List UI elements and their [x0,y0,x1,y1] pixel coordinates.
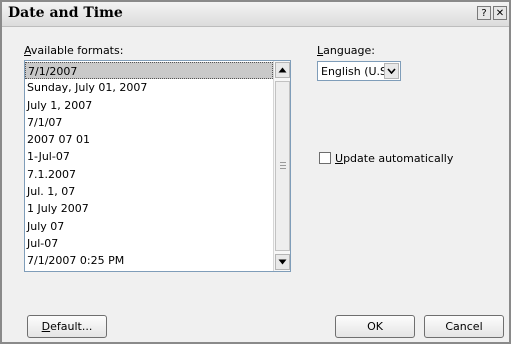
triangle-down-icon [278,259,287,265]
chevron-down-icon [387,68,396,74]
help-button[interactable]: ? [477,6,491,20]
update-automatically-checkbox[interactable] [319,152,331,164]
list-item-format[interactable]: July 1, 2007 [25,97,273,114]
scroll-down-button[interactable] [275,254,290,270]
list-item-format[interactable]: 7/1/2007 0:25 PM [25,252,273,269]
list-item-format[interactable]: 7/1/07 [25,114,273,131]
grip-line [280,162,286,163]
cancel-button[interactable]: Cancel [424,315,504,338]
close-button[interactable]: ✕ [493,6,507,20]
available-formats-list[interactable]: 7/1/2007 Sunday, July 01, 2007 July 1, 2… [24,60,291,272]
language-label: Language: [317,44,376,57]
list-item-format[interactable]: Jul-07 [25,235,273,252]
formats-scrollbar[interactable] [273,61,290,271]
list-item-format[interactable]: 2007 07 01 [25,131,273,148]
language-dropdown-button[interactable] [384,63,399,79]
grip-line [280,168,286,169]
title-bar: Date and Time ? ✕ [2,2,509,27]
dialog-title: Date and Time [8,5,123,21]
ok-button[interactable]: OK [335,315,415,338]
available-formats-label: Available formats: [24,44,124,57]
list-item-format[interactable]: 7.1.2007 [25,166,273,183]
list-item-format[interactable]: Jul. 1, 07 [25,183,273,200]
grip-line [280,165,286,166]
language-dropdown[interactable]: English (U.S.) [317,61,401,81]
list-item-format[interactable]: 1 July 2007 [25,200,273,217]
scroll-up-button[interactable] [275,62,290,78]
scroll-thumb[interactable] [275,81,290,251]
list-item-format[interactable]: 7/1/2007 [25,62,273,80]
list-item-format[interactable]: 1-Jul-07 [25,148,273,165]
triangle-up-icon [278,67,287,73]
help-icon: ? [481,8,487,19]
close-icon: ✕ [495,8,505,19]
update-automatically-label[interactable]: Update automatically [335,152,453,165]
format-items: 7/1/2007 Sunday, July 01, 2007 July 1, 2… [25,62,273,270]
date-time-dialog: Date and Time ? ✕ Available formats: 7/1… [0,0,511,344]
default-button[interactable]: Default... [27,315,107,338]
list-item-format[interactable]: Sunday, July 01, 2007 [25,79,273,96]
list-item-format[interactable]: July 07 [25,218,273,235]
